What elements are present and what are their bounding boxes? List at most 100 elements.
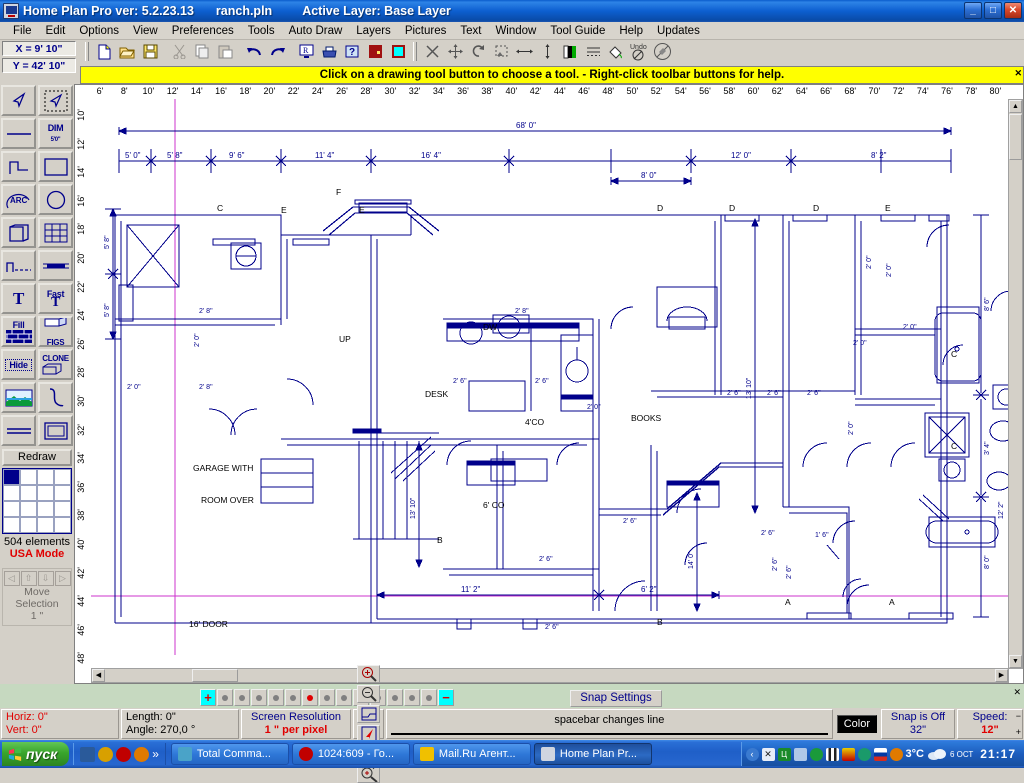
color-button[interactable]: Color [837,715,877,733]
swatch-white-6[interactable] [37,485,54,501]
dimension-tool[interactable]: DIM 5'0" [38,118,73,149]
frame-tool[interactable] [38,415,73,446]
menu-auto-draw[interactable]: Auto Draw [282,24,350,38]
register-icon[interactable]: R [295,41,317,62]
zoom-step-4[interactable] [268,689,284,706]
menu-tools[interactable]: Tools [241,24,282,38]
figures-tool[interactable]: FIGS [38,316,73,347]
parallel-lines-icon[interactable] [582,41,604,62]
delete-x-icon[interactable] [421,41,443,62]
print-icon[interactable] [318,41,340,62]
menu-view[interactable]: View [126,24,165,38]
swatch-white-15[interactable] [54,517,71,533]
stairs-tool[interactable] [1,250,36,281]
maximize-button[interactable]: □ [984,2,1002,19]
scroll-up-button[interactable]: ▲ [1009,100,1022,113]
arc-tool[interactable]: ARC [1,184,36,215]
zoom-step-8[interactable] [336,689,352,706]
swatch-white-2[interactable] [37,469,54,485]
swatch-white-7[interactable] [54,485,71,501]
clone-tool[interactable]: CLONE [38,349,73,380]
snap-settings-button[interactable]: Snap Settings [570,690,662,707]
stretch-horizontal-icon[interactable] [513,41,535,62]
swatch-white-11[interactable] [54,501,71,517]
fit-window-icon[interactable] [357,705,380,723]
vertical-scroll-thumb[interactable] [1009,114,1022,160]
hint-close-icon[interactable]: ✕ [1014,68,1022,79]
zoom-step-3[interactable] [251,689,267,706]
fill-pattern-tool[interactable]: Fill [1,316,36,347]
save-disk-icon[interactable] [139,41,161,62]
swatch-navy[interactable] [3,469,20,485]
horizontal-scrollbar[interactable]: ◀ ▶ [91,668,1009,683]
flag-ru-icon[interactable] [874,748,887,761]
swatch-white-8[interactable] [3,501,20,517]
color-swatch-grid[interactable] [2,468,72,534]
hide-tool[interactable]: Hide [1,349,36,380]
close-button[interactable]: ✕ [1004,2,1022,19]
double-line-tool[interactable] [1,415,36,446]
floor-plan-drawing[interactable]: 68' 0" 5' 0" 5' 8" 9' 6" 11' 4" 16' 4" 8… [91,99,1009,655]
drawing-canvas-area[interactable]: 6'8'10'12'14'16'18'20'22'24'26'28'30'32'… [74,84,1024,684]
menu-preferences[interactable]: Preferences [165,24,241,38]
text-tool[interactable]: T [1,283,36,314]
line-style-preview[interactable]: spacebar changes line [386,709,833,739]
select-arrow-tool[interactable] [1,85,36,116]
swatch-white-4[interactable] [3,485,20,501]
network-icon[interactable]: Ц [778,748,791,761]
zoom-in-step-button[interactable]: + [200,689,216,706]
menu-file[interactable]: File [6,24,39,38]
zoom-step-11[interactable] [387,689,403,706]
wall-tool[interactable] [38,250,73,281]
quick-launch-overflow[interactable]: » [152,747,159,761]
swatch-white-12[interactable] [3,517,20,533]
task-mailru-agent[interactable]: Mail.Ru Агент... [413,743,531,765]
rotate-icon[interactable] [467,41,489,62]
move-icon[interactable] [444,41,466,62]
box-3d-tool[interactable] [1,217,36,248]
zoom-step-6-current[interactable] [302,689,318,706]
polyline-tool[interactable] [1,151,36,182]
minimize-button[interactable]: _ [964,2,982,19]
scroll-left-button[interactable]: ◀ [92,669,105,682]
paste-icon[interactable] [214,41,236,62]
move-up-button[interactable]: ⇧ [21,571,37,586]
shield-icon[interactable] [810,748,823,761]
move-left-button[interactable]: ◁ [4,571,20,586]
menu-text[interactable]: Text [453,24,488,38]
equalizer-icon[interactable] [826,748,839,761]
swatch-white-5[interactable] [20,485,37,501]
paint-bucket-icon[interactable] [605,41,627,62]
menu-updates[interactable]: Updates [650,24,707,38]
undo-zero-icon[interactable]: Undo [628,41,650,62]
door-icon[interactable] [364,41,386,62]
color-swatch-icon[interactable] [387,41,409,62]
menu-tool-guide[interactable]: Tool Guide [543,24,612,38]
circle-tool[interactable] [38,184,73,215]
punto-switcher-icon[interactable] [794,748,807,761]
task-total-commander[interactable]: Total Comma... [171,743,289,765]
desktop-icon[interactable] [80,747,95,762]
firefox-icon[interactable] [134,747,149,762]
vertical-ruler[interactable]: 10'12'14'16'18'20'22'24'26'28'30'32'34'3… [75,99,91,669]
swatch-white-9[interactable] [20,501,37,517]
zoom-step-2[interactable] [234,689,250,706]
stretch-vertical-icon[interactable] [536,41,558,62]
zoom-level-strip[interactable]: + − [200,688,490,707]
open-folder-icon[interactable] [116,41,138,62]
swatch-white-14[interactable] [37,517,54,533]
redraw-button[interactable]: Redraw [2,449,72,466]
rectangle-tool[interactable] [38,151,73,182]
select-group-tool[interactable] [38,85,73,116]
zoom-in-icon[interactable] [357,665,380,683]
vertical-scrollbar[interactable]: ▲ ▼ [1008,99,1023,669]
opera-icon-2[interactable] [116,747,131,762]
no-build-icon[interactable] [651,41,673,62]
zoom-out-step-button[interactable]: − [438,689,454,706]
horizontal-scroll-thumb[interactable] [192,669,238,682]
swatch-white-1[interactable] [20,469,37,485]
menu-layers[interactable]: Layers [349,24,398,38]
landscape-tool[interactable] [1,382,36,413]
zoom-step-12[interactable] [404,689,420,706]
speed-readout[interactable]: Speed: 12" − + [957,709,1023,739]
